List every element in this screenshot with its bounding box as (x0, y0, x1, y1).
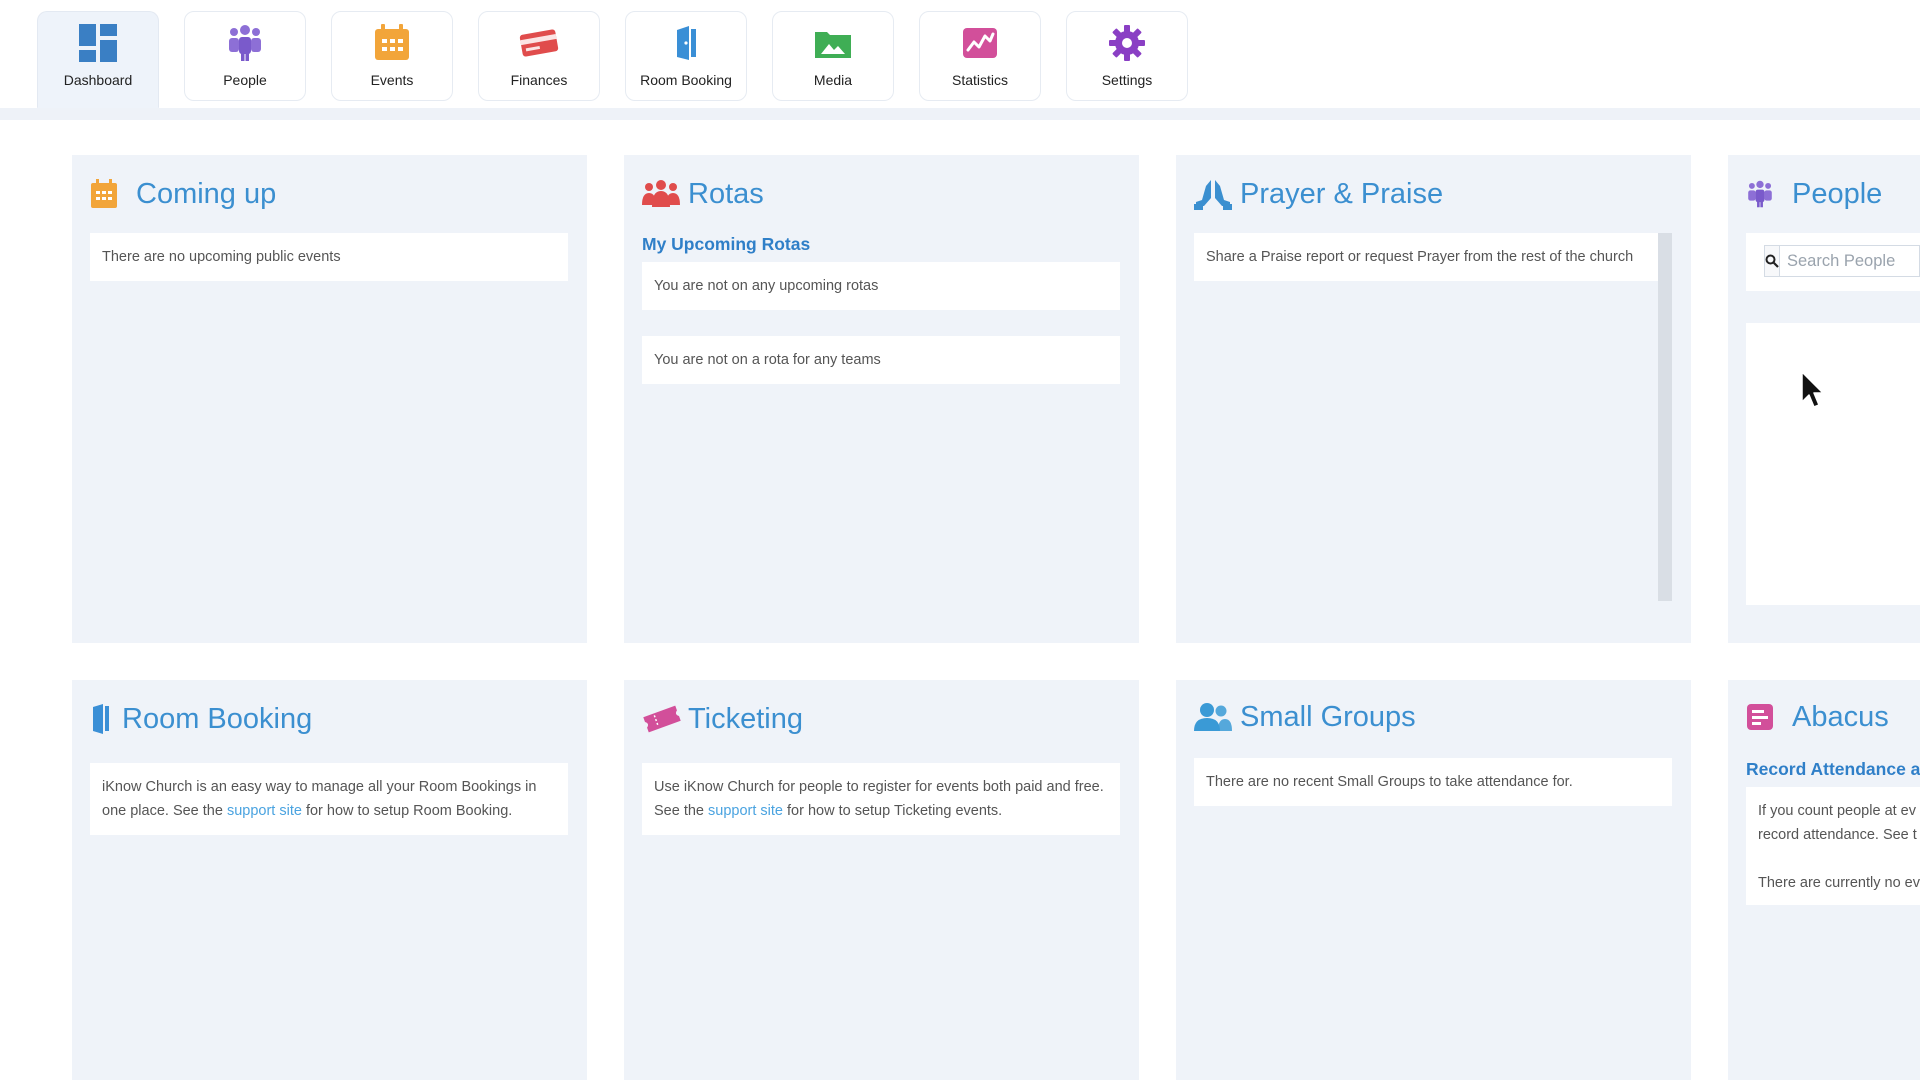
nav-events[interactable]: Events (331, 11, 453, 101)
room-booking-title: Room Booking (122, 702, 313, 735)
nav-label-dashboard: Dashboard (63, 72, 133, 88)
upcoming-rotas-message: You are not on any upcoming rotas (642, 262, 1120, 310)
nav-label-media: Media (813, 72, 853, 88)
nav-label-settings: Settings (1101, 72, 1153, 88)
dashboard-icon (76, 21, 120, 65)
mouse-cursor-icon (1800, 370, 1826, 415)
nav-label-events: Events (370, 72, 414, 88)
abacus-panel: Abacus Record Attendance a If you count … (1728, 680, 1920, 1080)
prayer-praise-header: Prayer & Praise (1194, 169, 1443, 219)
people-header: People (1746, 169, 1882, 219)
nav-label-finances: Finances (510, 72, 568, 88)
room-booking-info: iKnow Church is an easy way to manage al… (90, 763, 568, 835)
ticket-icon (642, 699, 682, 739)
abacus-info: If you count people at ev record attenda… (1746, 787, 1920, 905)
credit-card-icon (517, 21, 561, 65)
nav-media[interactable]: Media (772, 11, 894, 101)
coming-up-header: Coming up (90, 169, 276, 219)
abacus-title: Abacus (1792, 700, 1889, 733)
prayer-praise-title: Prayer & Praise (1240, 177, 1444, 210)
ticketing-title: Ticketing (688, 702, 803, 735)
top-navigation: Dashboard People Events Finances Room Bo… (0, 0, 1920, 120)
coming-up-title: Coming up (136, 177, 277, 210)
room-booking-panel: Room Booking iKnow Church is an easy way… (72, 680, 587, 1080)
chart-icon (958, 21, 1002, 65)
nav-label-statistics: Statistics (951, 72, 1008, 88)
room-booking-header: Room Booking (90, 694, 312, 744)
team-icon (642, 174, 682, 214)
calendar-icon (90, 174, 130, 214)
users-icon (1194, 697, 1234, 737)
prayer-praise-panel: Prayer & Praise Share a Praise report or… (1176, 155, 1691, 643)
ticketing-support-link[interactable]: support site (708, 803, 783, 819)
small-groups-message: There are no recent Small Groups to take… (1194, 758, 1672, 806)
nav-people[interactable]: People (184, 11, 306, 101)
abacus-text-line-2: record attendance. See t (1758, 827, 1917, 843)
nav-label-people: People (223, 72, 267, 88)
nav-finances[interactable]: Finances (478, 11, 600, 101)
abacus-text-line-3: There are currently no ev (1758, 875, 1920, 891)
coming-up-message: There are no upcoming public events (90, 233, 568, 281)
gear-icon (1105, 21, 1149, 65)
abacus-icon (1746, 697, 1786, 737)
rotas-title: Rotas (688, 177, 764, 210)
abacus-header: Abacus (1746, 692, 1889, 742)
door-icon (90, 699, 116, 739)
prayer-scrollbar[interactable] (1658, 233, 1672, 601)
small-groups-panel: Small Groups There are no recent Small G… (1176, 680, 1691, 1080)
nav-statistics[interactable]: Statistics (919, 11, 1041, 101)
rotas-panel: Rotas My Upcoming Rotas You are not on a… (624, 155, 1139, 643)
nav-settings[interactable]: Settings (1066, 11, 1188, 101)
nav-dashboard[interactable]: Dashboard (37, 11, 159, 108)
image-folder-icon (811, 21, 855, 65)
ticketing-panel: Ticketing Use iKnow Church for people to… (624, 680, 1139, 1080)
people-search-input[interactable] (1780, 251, 1920, 271)
people-results-area (1746, 323, 1920, 605)
ticketing-info: Use iKnow Church for people to register … (642, 763, 1120, 835)
team-rotas-message: You are not on a rota for any teams (642, 336, 1120, 384)
nav-divider-band (0, 108, 1920, 120)
door-icon (664, 21, 708, 65)
people-search-box[interactable] (1764, 245, 1920, 277)
coming-up-panel: Coming up There are no upcoming public e… (72, 155, 587, 643)
calendar-icon (370, 21, 414, 65)
small-groups-header: Small Groups (1194, 692, 1416, 742)
room-booking-text-after: for how to setup Room Booking. (301, 803, 513, 819)
room-booking-support-link[interactable]: support site (227, 803, 302, 819)
people-icon (1746, 174, 1786, 214)
nav-label-room-booking: Room Booking (640, 72, 732, 88)
prayer-praise-message: Share a Praise report or request Prayer … (1194, 233, 1658, 281)
people-icon (223, 21, 267, 65)
rotas-header: Rotas (642, 169, 764, 219)
search-icon[interactable] (1765, 246, 1780, 276)
record-attendance-heading: Record Attendance a (1746, 759, 1920, 779)
small-groups-title: Small Groups (1240, 700, 1416, 733)
ticketing-text-after: for how to setup Ticketing events. (782, 803, 1003, 819)
praying-hands-icon (1194, 174, 1234, 214)
people-title: People (1792, 177, 1883, 210)
nav-room-booking[interactable]: Room Booking (625, 11, 747, 101)
my-upcoming-rotas-heading: My Upcoming Rotas (642, 234, 811, 254)
ticketing-header: Ticketing (642, 694, 803, 744)
abacus-text-line-1: If you count people at ev (1758, 803, 1916, 819)
